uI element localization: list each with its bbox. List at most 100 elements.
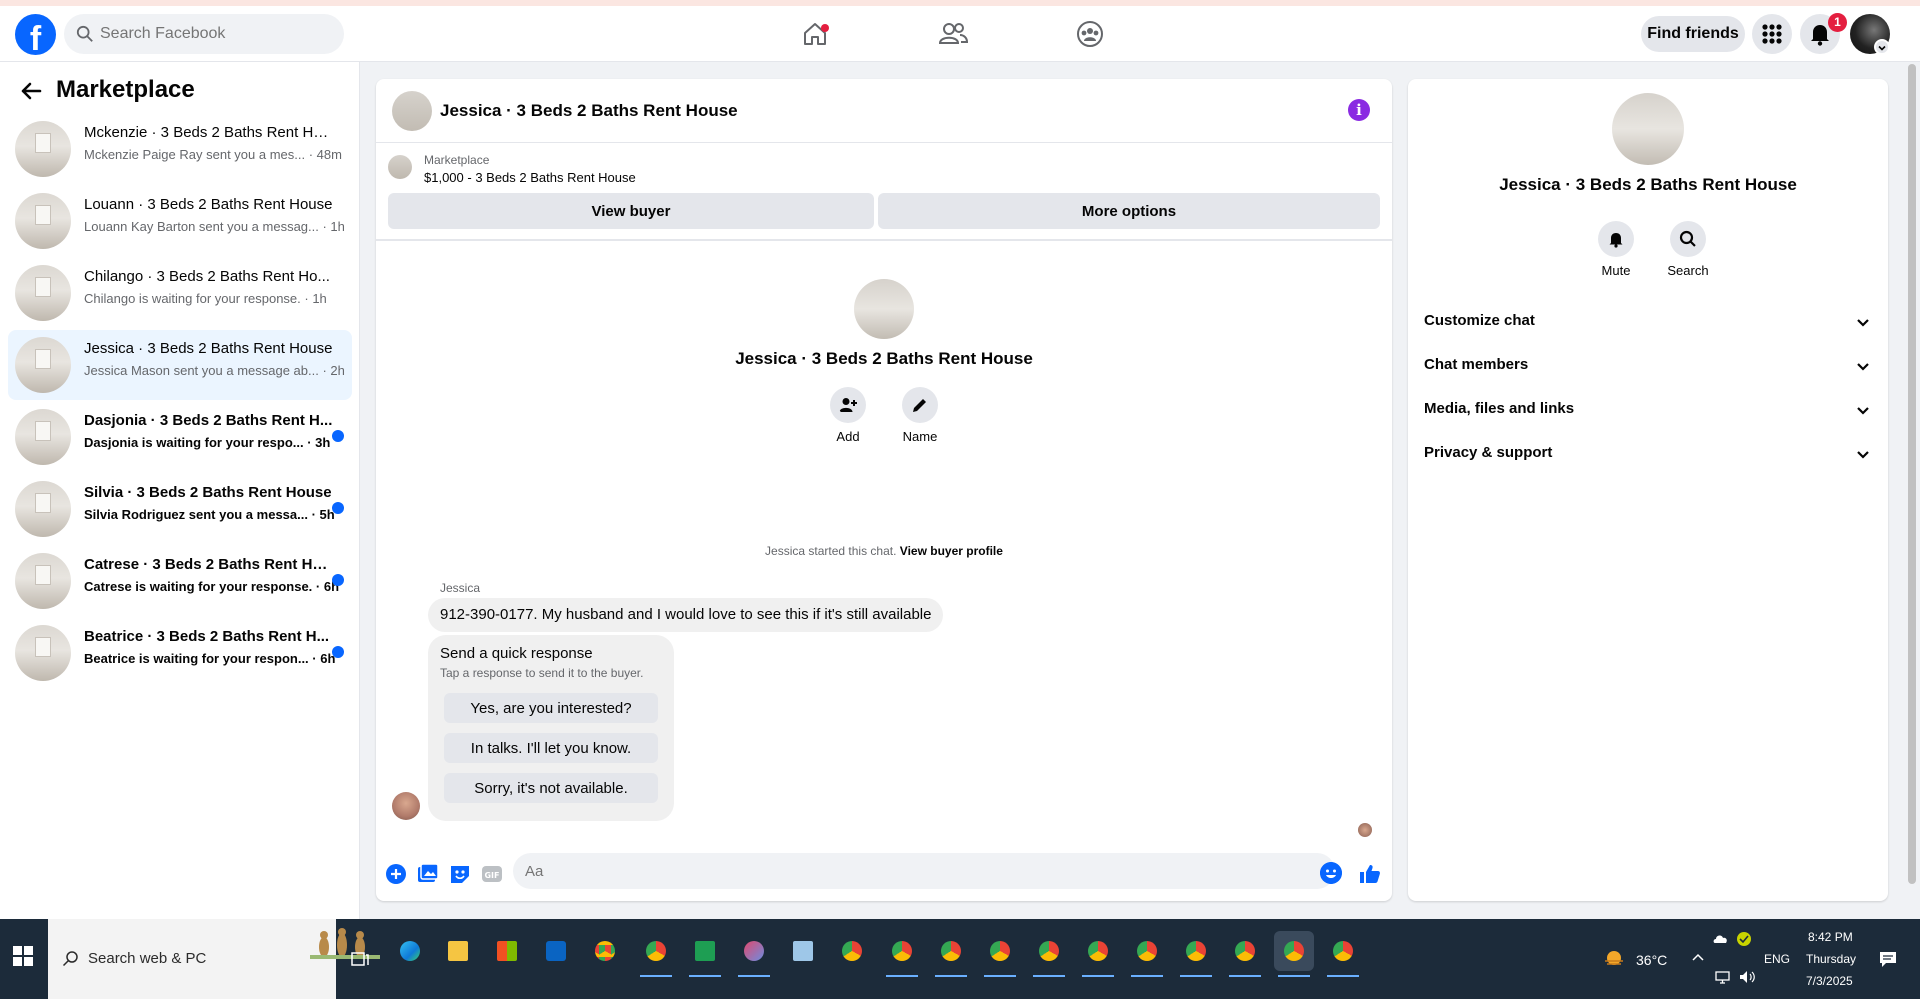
conversation-item[interactable]: Silvia · 3 Beds 2 Baths Rent House Silvi… [8,474,352,544]
emoji-icon[interactable] [1320,862,1342,884]
clock-time[interactable]: 8:42 PM [1808,930,1853,944]
home-icon [804,23,826,45]
sender-avatar [392,792,420,820]
chrome-icon [595,941,615,961]
view-buyer-button[interactable]: View buyer [388,193,874,229]
taskbar-app-chrome[interactable] [585,931,625,971]
info-icon[interactable]: i [1348,99,1370,121]
search-box[interactable] [64,14,344,54]
customize-chat-section[interactable]: Customize chat [1424,301,1872,341]
taskbar-app-sheets[interactable] [685,931,725,977]
message-bubble: 912-390-0177. My husband and I would lov… [428,598,944,632]
divider [376,239,1392,241]
network-icon[interactable] [1714,969,1732,985]
menu-button[interactable] [1752,14,1792,54]
taskbar-app-chrome[interactable] [882,931,922,977]
bell-icon [1598,221,1634,257]
nav-home[interactable] [795,14,835,54]
taskbar-app-chrome[interactable] [1078,931,1118,977]
notification-center-icon[interactable] [1878,949,1898,969]
scrollbar-thumb[interactable] [1908,64,1916,884]
conversation-item[interactable]: Beatrice · 3 Beds 2 Baths Rent H... Beat… [8,618,352,688]
conversation-item[interactable]: Dasjonia · 3 Beds 2 Baths Rent H... Dasj… [8,402,352,472]
volume-icon[interactable] [1738,969,1756,985]
conversation-title: Jessica · 3 Beds 2 Baths Rent House [735,349,1033,368]
edit-name-button[interactable]: Name [890,387,950,444]
taskbar-app-chrome-profile[interactable] [636,931,676,977]
taskbar-app-file-explorer[interactable] [438,931,478,971]
photo-icon[interactable] [416,862,440,886]
taskbar-app-chrome[interactable] [1029,931,1069,977]
running-indicator [935,975,967,977]
taskbar-app-chrome[interactable] [931,931,971,977]
taskbar-app-paint[interactable] [734,931,774,977]
notepad-icon [793,941,813,961]
message-input[interactable] [513,853,1335,889]
taskbar-search[interactable]: Search web & PC [48,919,380,999]
add-label: Add [836,429,860,444]
windows-start-icon[interactable] [12,945,34,967]
quick-reply-button[interactable]: Sorry, it's not available. [444,773,658,803]
taskbar-app-chrome[interactable] [1323,931,1363,977]
taskbar-app-chrome[interactable] [980,931,1020,977]
quick-response-subtitle: Tap a response to send it to the buyer. [440,666,644,680]
mute-button[interactable]: Mute [1586,221,1646,278]
conversation-item[interactable]: Mckenzie · 3 Beds 2 Baths Rent Ho... Mck… [8,114,352,184]
search-input[interactable] [100,14,330,54]
running-indicator [1327,975,1359,977]
view-buyer-profile-link[interactable]: View buyer profile [900,544,1003,558]
listing-thumbnail [15,121,71,177]
taskbar-app-chrome[interactable] [1225,931,1265,977]
quick-reply-button[interactable]: In talks. I'll let you know. [444,733,658,763]
thumbs-up-icon[interactable] [1358,862,1382,886]
temperature[interactable]: 36°C [1636,952,1667,968]
weather-sun-icon[interactable] [1602,947,1626,969]
store-icon [497,941,517,961]
chevron-up-icon[interactable] [1690,950,1706,966]
chevron-down-icon [1857,319,1869,327]
taskbar-app-chrome[interactable] [1176,931,1216,977]
clock-day[interactable]: Thursday [1806,952,1856,966]
conversation-item[interactable]: Chilango · 3 Beds 2 Baths Rent Ho... Chi… [8,258,352,328]
account-caret[interactable] [1874,39,1890,55]
taskbar-app-outlook[interactable] [536,931,576,971]
input-language[interactable]: ENG [1764,952,1790,966]
marketplace-sidebar: Marketplace Mckenzie · 3 Beds 2 Baths Re… [0,62,360,919]
conversation-item[interactable]: Louann · 3 Beds 2 Baths Rent House Louan… [8,186,352,256]
privacy-support-section[interactable]: Privacy & support [1424,433,1872,473]
taskbar-app-edge[interactable] [390,931,430,971]
chat-listing-thumbnail[interactable] [392,91,432,131]
facebook-logo[interactable]: f [15,14,56,55]
chrome-icon [646,941,666,961]
security-shield-icon[interactable] [1736,931,1752,947]
clock-date[interactable]: 7/3/2025 [1806,974,1853,988]
taskbar-app-chrome[interactable] [1127,931,1167,977]
taskbar-app-chrome[interactable] [832,931,872,971]
nav-groups[interactable] [1070,14,1110,54]
gif-icon[interactable]: GIF [480,862,504,886]
add-people-button[interactable]: Add [818,387,878,444]
page-scrollbar[interactable] [1904,62,1920,919]
mute-label: Mute [1601,263,1631,278]
listing-price-title[interactable]: $1,000 - 3 Beds 2 Baths Rent House [424,170,636,185]
task-view-icon[interactable] [350,949,370,969]
sticker-icon[interactable] [448,862,472,886]
nav-friends[interactable] [933,14,973,54]
conversation-snippet: Chilango is waiting for your response. ·… [84,291,327,306]
quick-reply-button[interactable]: Yes, are you interested? [444,693,658,723]
chat-members-section[interactable]: Chat members [1424,345,1872,385]
section-label: Customize chat [1424,312,1535,329]
taskbar-app-chrome-active[interactable] [1274,931,1314,977]
more-options-button[interactable]: More options [878,193,1380,229]
conversation-item-active[interactable]: Jessica · 3 Beds 2 Baths Rent House Jess… [8,330,352,400]
conversation-item[interactable]: Catrese · 3 Beds 2 Baths Rent Ho... Catr… [8,546,352,616]
media-files-links-section[interactable]: Media, files and links [1424,389,1872,429]
search-in-chat-button[interactable]: Search [1658,221,1718,278]
taskbar-app-notepad[interactable] [783,931,823,971]
chat-title[interactable]: Jessica · 3 Beds 2 Baths Rent House [440,101,738,121]
plus-circle-icon[interactable] [384,862,408,886]
taskbar-app-store[interactable] [487,931,527,971]
back-arrow-icon[interactable] [20,80,42,102]
onedrive-icon[interactable] [1712,931,1730,947]
find-friends-button[interactable]: Find friends [1641,16,1745,52]
